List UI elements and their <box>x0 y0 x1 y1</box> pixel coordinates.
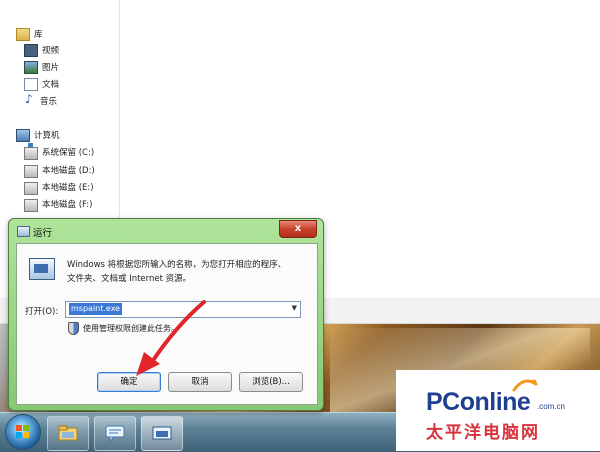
nav-label-video: 视频 <box>42 46 60 56</box>
dialog-description: Windows 将根据您所输入的名称，为您打开相应的程序、 文件夹、文档或 In… <box>67 258 307 286</box>
library-icon <box>16 27 30 41</box>
nav-item-drive-c[interactable]: 系统保留 (C:) <box>24 143 95 160</box>
nav-label-computer: 计算机 <box>34 131 60 141</box>
drive-icon <box>24 199 38 212</box>
dialog-title-bar[interactable]: 运行 x <box>9 219 323 243</box>
description-line-2: 文件夹、文档或 Internet 资源。 <box>67 274 192 284</box>
computer-icon <box>16 128 30 142</box>
nav-label-drive-d: 本地磁盘 (D:) <box>42 166 95 176</box>
drive-icon <box>24 165 38 178</box>
nav-item-video[interactable]: 视频 <box>24 42 59 58</box>
nav-item-pictures[interactable]: 图片 <box>24 59 59 75</box>
start-button[interactable] <box>6 415 40 449</box>
red-arrow-annotation <box>136 300 206 376</box>
picture-icon <box>24 60 38 74</box>
logo-sub-text: 太平洋电脑网 <box>426 423 540 443</box>
taskbar-run-button[interactable] <box>141 416 183 451</box>
dropdown-arrow-icon[interactable]: ▼ <box>292 304 297 312</box>
nav-item-drive-e[interactable]: 本地磁盘 (E:) <box>24 179 94 195</box>
logo-main-text: PConline <box>426 388 531 416</box>
open-label: 打开(O): <box>25 307 59 317</box>
close-button[interactable]: x <box>279 220 317 238</box>
taskbar-explorer-button[interactable] <box>47 416 89 451</box>
logo-domain-text: .com.cn <box>537 402 566 411</box>
pconline-watermark: PConline .com.cn 太平洋电脑网 <box>396 370 600 451</box>
run-program-icon <box>29 258 55 280</box>
nav-item-documents[interactable]: 文档 <box>24 76 59 92</box>
nav-item-computer[interactable]: 计算机 <box>16 127 60 143</box>
chat-bubble-icon <box>105 425 125 442</box>
nav-label-drive-e: 本地磁盘 (E:) <box>42 183 94 193</box>
nav-label-documents: 文档 <box>42 80 60 90</box>
uac-shield-icon <box>68 322 79 335</box>
nav-label-pictures: 图片 <box>42 63 60 73</box>
system-drive-icon <box>24 143 38 160</box>
nav-label-music: 音乐 <box>40 97 58 107</box>
taskbar-chat-button[interactable] <box>94 416 136 451</box>
run-window-icon <box>152 426 172 440</box>
dialog-title: 运行 <box>33 228 53 239</box>
nav-label-drive-c: 系统保留 (C:) <box>42 148 95 158</box>
nav-label-library: 库 <box>34 30 43 40</box>
description-line-1: Windows 将根据您所输入的名称，为您打开相应的程序、 <box>67 260 287 270</box>
folder-icon <box>58 425 78 441</box>
run-title-icon <box>17 226 30 237</box>
music-icon <box>24 92 36 107</box>
video-icon <box>24 43 38 57</box>
drive-icon <box>24 182 38 195</box>
nav-label-drive-f: 本地磁盘 (F:) <box>42 200 93 210</box>
windows-logo-icon <box>16 425 30 439</box>
browse-button[interactable]: 浏览(B)... <box>239 372 303 392</box>
nav-item-drive-f[interactable]: 本地磁盘 (F:) <box>24 196 92 212</box>
nav-item-drive-d[interactable]: 本地磁盘 (D:) <box>24 162 95 178</box>
nav-item-music[interactable]: 音乐 <box>24 92 58 109</box>
nav-item-library[interactable]: 库 <box>16 26 43 42</box>
document-icon <box>24 77 38 91</box>
open-input-value[interactable]: mspaint.exe <box>69 303 123 315</box>
